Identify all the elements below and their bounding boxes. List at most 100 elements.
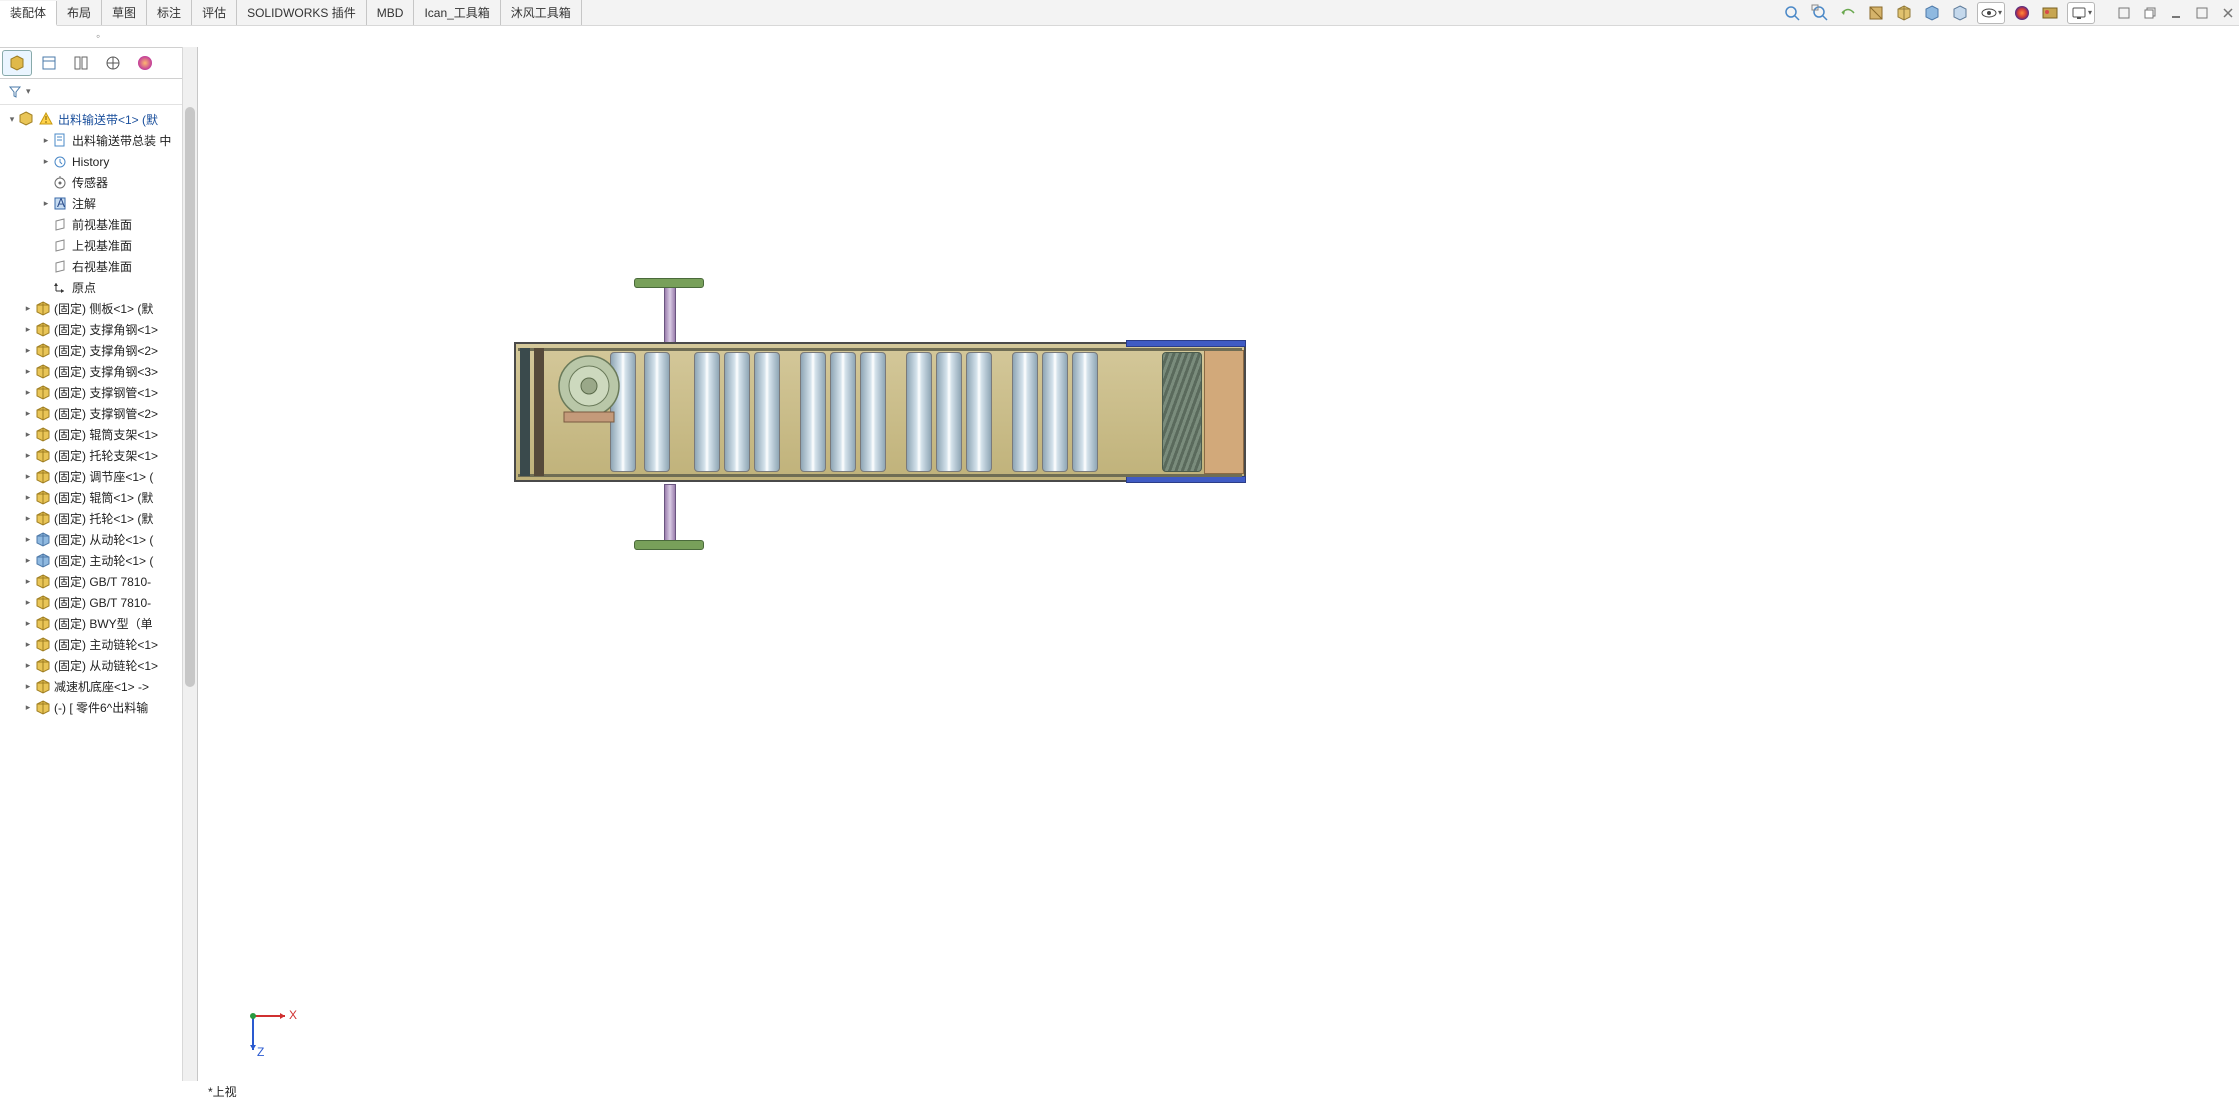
tree-item[interactable]: ▸(固定) 侧板<1> (默 [4, 298, 197, 319]
tree-item[interactable]: ▸(固定) 辊筒支架<1> [4, 424, 197, 445]
asm-icon [34, 321, 51, 338]
plane-icon [52, 258, 69, 275]
tree-item[interactable]: ▸(固定) 支撑钢管<1> [4, 382, 197, 403]
asm-icon [34, 384, 51, 401]
tree-item[interactable]: ▸(固定) 主动链轮<1> [4, 634, 197, 655]
part-icon [34, 531, 51, 548]
tree-root[interactable]: ▾ 出料输送带<1> (默 [4, 109, 197, 130]
dimxpert-icon[interactable] [98, 50, 128, 76]
asm-icon [34, 342, 51, 359]
tree-item-label: (固定) 调节座<1> ( [54, 468, 153, 485]
section-icon[interactable] [1865, 2, 1887, 24]
float-icon[interactable] [2113, 2, 2135, 24]
tree-item[interactable]: ▸(固定) BWY型（单 [4, 613, 197, 634]
graphics-viewport[interactable]: X Z *上视 [198, 47, 2239, 1104]
tree-item-label: 传感器 [72, 174, 108, 191]
tab-sketch[interactable]: 草图 [102, 0, 147, 25]
tree-item-label: History [72, 155, 109, 169]
cube-dropdown-icon[interactable] [1949, 2, 1971, 24]
display-manager-icon[interactable] [130, 50, 160, 76]
previous-view-icon[interactable] [1837, 2, 1859, 24]
tab-mufeng[interactable]: 沐风工具箱 [501, 0, 582, 25]
tab-evaluate[interactable]: 评估 [192, 0, 237, 25]
tree-item[interactable]: ▸(固定) 支撑钢管<2> [4, 403, 197, 424]
annot-icon: A [52, 195, 69, 212]
tab-sw-addins[interactable]: SOLIDWORKS 插件 [237, 0, 367, 25]
overflow-dot[interactable]: ◦ [0, 26, 2239, 46]
command-tabs: 装配体 布局 草图 标注 评估 SOLIDWORKS 插件 MBD Ican_工… [0, 0, 2239, 26]
tab-mbd[interactable]: MBD [367, 0, 415, 25]
restore-icon[interactable] [2139, 2, 2161, 24]
tree-item[interactable]: ▸减速机底座<1> -> [4, 676, 197, 697]
tab-ican[interactable]: Ican_工具箱 [414, 0, 500, 25]
property-manager-icon[interactable] [34, 50, 64, 76]
asm-icon [34, 678, 51, 695]
asm-icon [34, 636, 51, 653]
view-settings-dropdown[interactable]: ▾ [2067, 2, 2095, 24]
asm-icon [34, 447, 51, 464]
axis-z-label: Z [257, 1045, 264, 1059]
tree-item-label: (固定) 支撑角钢<2> [54, 342, 158, 359]
tree-item[interactable]: 右视基准面 [4, 256, 197, 277]
tree-item[interactable]: ▸(固定) GB/T 7810- [4, 592, 197, 613]
zoom-area-icon[interactable] [1809, 2, 1831, 24]
tree-item-label: (固定) 侧板<1> (默 [54, 300, 153, 317]
asm-icon [34, 405, 51, 422]
tree-item[interactable]: 原点 [4, 277, 197, 298]
tab-assembly[interactable]: 装配体 [0, 1, 57, 26]
appearance-sphere-icon[interactable] [2011, 2, 2033, 24]
tree-item[interactable]: 前视基准面 [4, 214, 197, 235]
tree-item-label: (-) [ 零件6^出料输 [54, 699, 148, 716]
tree-item[interactable]: ▸(-) [ 零件6^出料输 [4, 697, 197, 718]
tree-item-label: (固定) 辊筒支架<1> [54, 426, 158, 443]
feature-tree[interactable]: ▾ 出料输送带<1> (默 ▸出料输送带总装 中▸History 传感器 ▸A注解前… [0, 105, 197, 1081]
tree-item[interactable]: ▸(固定) 托轮<1> (默 [4, 508, 197, 529]
hide-show-dropdown[interactable]: ▾ [1977, 2, 2005, 24]
view-name-label: *上视 [208, 1083, 237, 1100]
tree-item[interactable]: ▸(固定) 主动轮<1> ( [4, 550, 197, 571]
plane-icon [52, 216, 69, 233]
warning-icon [38, 111, 55, 128]
tree-item[interactable]: ▸(固定) 支撑角钢<2> [4, 340, 197, 361]
tree-item[interactable]: ▸History [4, 151, 197, 172]
feature-tree-icon[interactable] [2, 50, 32, 76]
tree-item[interactable]: 传感器 [4, 172, 197, 193]
asm-icon [34, 573, 51, 590]
sheet-icon [52, 132, 69, 149]
tree-item[interactable]: 上视基准面 [4, 235, 197, 256]
tree-item[interactable]: ▸出料输送带总装 中 [4, 130, 197, 151]
config-manager-icon[interactable] [66, 50, 96, 76]
svg-text:A: A [57, 196, 65, 210]
view-orient-icon[interactable] [1893, 2, 1915, 24]
tree-item[interactable]: ▸A注解 [4, 193, 197, 214]
filter-icon[interactable] [6, 83, 23, 100]
tree-item[interactable]: ▸(固定) 托轮支架<1> [4, 445, 197, 466]
tree-scrollbar[interactable] [182, 47, 197, 1081]
close-icon[interactable] [2217, 2, 2239, 24]
part-icon [34, 552, 51, 569]
tree-item[interactable]: ▸(固定) 支撑角钢<3> [4, 361, 197, 382]
display-style-icon[interactable] [1921, 2, 1943, 24]
apply-scene-icon[interactable] [2039, 2, 2061, 24]
asm-icon [34, 615, 51, 632]
tab-layout[interactable]: 布局 [57, 0, 102, 25]
tree-item-label: (固定) 从动轮<1> ( [54, 531, 153, 548]
hist-icon [52, 153, 69, 170]
minimize-icon[interactable] [2165, 2, 2187, 24]
window-controls [2113, 2, 2239, 24]
tree-item-label: 上视基准面 [72, 237, 132, 254]
tree-item-label: 前视基准面 [72, 216, 132, 233]
tree-item[interactable]: ▸(固定) 从动链轮<1> [4, 655, 197, 676]
asm-icon [34, 657, 51, 674]
tree-item[interactable]: ▸(固定) 从动轮<1> ( [4, 529, 197, 550]
tab-annotate[interactable]: 标注 [147, 0, 192, 25]
tree-item[interactable]: ▸(固定) GB/T 7810- [4, 571, 197, 592]
asm-icon [34, 594, 51, 611]
tree-item[interactable]: ▸(固定) 辊筒<1> (默 [4, 487, 197, 508]
tree-item[interactable]: ▸(固定) 支撑角钢<1> [4, 319, 197, 340]
tree-item-label: 出料输送带总装 中 [72, 132, 171, 149]
zoom-fit-icon[interactable] [1781, 2, 1803, 24]
tree-item[interactable]: ▸(固定) 调节座<1> ( [4, 466, 197, 487]
tree-item-label: (固定) BWY型（单 [54, 615, 153, 632]
maximize-icon[interactable] [2191, 2, 2213, 24]
